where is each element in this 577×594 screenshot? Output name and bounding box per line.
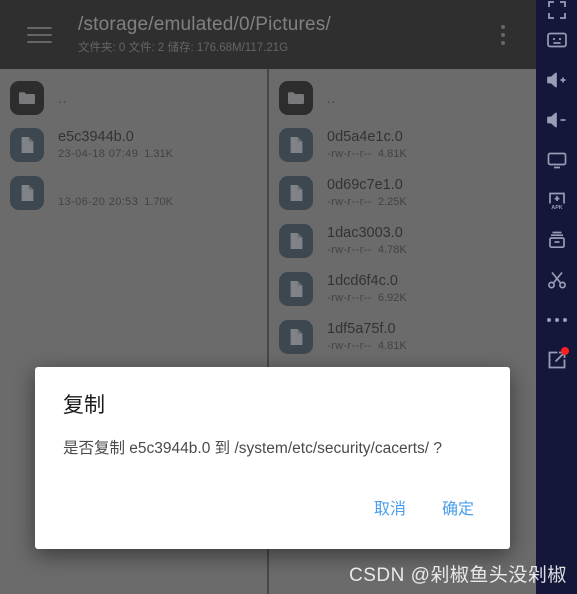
dialog-title: 复制 — [63, 394, 105, 417]
file-icon — [279, 128, 313, 162]
item-name: 1df5a75f.0 — [327, 320, 396, 337]
table-row[interactable]: e5c3944b.0 23-04-18 07:49 1.31K — [0, 121, 267, 169]
current-path: /storage/emulated/0/Pictures/ — [78, 14, 331, 35]
item-name: 0d69c7e1.0 — [327, 176, 403, 193]
volume-up-icon[interactable] — [536, 60, 577, 100]
tool-sidebar: APK — [536, 0, 577, 594]
screen-root: /storage/emulated/0/Pictures/ 文件夹: 0 文件:… — [0, 0, 577, 594]
screen-monitor-icon[interactable] — [536, 140, 577, 180]
row-text: 1dcd6f4c.0 -rw-r--r-- 6.92K — [327, 273, 407, 306]
table-row[interactable]: 1df5a75f.0 -rw-r--r-- 4.81K — [269, 313, 536, 361]
file-icon — [10, 128, 44, 162]
header-text-block: /storage/emulated/0/Pictures/ 文件夹: 0 文件:… — [78, 14, 488, 55]
item-name: 1dac3003.0 — [327, 224, 403, 241]
more-vertical-icon[interactable] — [488, 15, 518, 55]
svg-text:APK: APK — [551, 205, 562, 210]
table-row[interactable]: 13-06-20 20:53 1.70K — [0, 169, 267, 217]
row-text: 13-06-20 20:53 1.70K — [58, 177, 173, 210]
item-date: 13-06-20 20:53 — [58, 195, 139, 208]
item-name: e5c3944b.0 — [58, 128, 134, 145]
item-name: 0d5a4e1c.0 — [327, 128, 403, 145]
row-text: .. — [327, 90, 336, 107]
keyboard-icon[interactable] — [536, 20, 577, 60]
external-link-icon[interactable] — [536, 340, 577, 380]
file-icon — [279, 272, 313, 306]
install-apk-icon[interactable]: APK — [536, 180, 577, 220]
confirm-button[interactable]: 确定 — [438, 489, 478, 525]
cancel-button[interactable]: 取消 — [370, 489, 410, 525]
item-size: 1.70K — [144, 195, 173, 208]
item-size: 2.25K — [377, 195, 407, 208]
item-size: 1.31K — [144, 147, 173, 160]
file-icon — [10, 176, 44, 210]
item-meta: 23-04-18 07:49 1.31K — [58, 147, 173, 162]
table-row[interactable]: 1dcd6f4c.0 -rw-r--r-- 6.92K — [269, 265, 536, 313]
item-permissions: -rw-r--r-- — [327, 147, 372, 160]
app-header: /storage/emulated/0/Pictures/ 文件夹: 0 文件:… — [0, 0, 536, 69]
folder-icon — [279, 81, 313, 115]
item-date: 23-04-18 07:49 — [58, 147, 139, 160]
item-meta: -rw-r--r-- 4.81K — [327, 147, 407, 162]
table-row[interactable]: 0d69c7e1.0 -rw-r--r-- 2.25K — [269, 169, 536, 217]
item-meta: -rw-r--r-- 4.78K — [327, 243, 407, 258]
list-item-parent-dir[interactable]: .. — [269, 75, 536, 121]
item-meta: -rw-r--r-- 4.81K — [327, 339, 407, 354]
dialog-message: 是否复制 e5c3944b.0 到 /system/etc/security/c… — [63, 440, 443, 457]
file-icon — [279, 176, 313, 210]
scissors-icon[interactable] — [536, 260, 577, 300]
row-text: 0d5a4e1c.0 -rw-r--r-- 4.81K — [327, 129, 407, 162]
row-text: 1df5a75f.0 -rw-r--r-- 4.81K — [327, 321, 407, 354]
item-name: .. — [327, 90, 337, 106]
folder-icon — [10, 81, 44, 115]
item-size: 4.81K — [377, 339, 407, 352]
more-horizontal-icon[interactable] — [536, 300, 577, 340]
item-size: 4.78K — [377, 243, 407, 256]
item-name: 1dcd6f4c.0 — [327, 272, 398, 289]
copy-dialog: 复制 是否复制 e5c3944b.0 到 /system/etc/securit… — [35, 367, 510, 549]
item-size: 6.92K — [377, 291, 407, 304]
item-meta: 13-06-20 20:53 1.70K — [58, 195, 173, 210]
item-meta: -rw-r--r-- 2.25K — [327, 195, 407, 210]
row-text: .. — [58, 90, 67, 107]
archive-box-icon[interactable] — [536, 220, 577, 260]
volume-down-icon[interactable] — [536, 100, 577, 140]
item-meta: -rw-r--r-- 6.92K — [327, 291, 407, 306]
fullscreen-expand-icon[interactable] — [536, 0, 577, 20]
item-size: 4.81K — [377, 147, 407, 160]
item-permissions: -rw-r--r-- — [327, 243, 372, 256]
row-text: e5c3944b.0 23-04-18 07:49 1.31K — [58, 129, 173, 162]
list-item-parent-dir[interactable]: .. — [0, 75, 267, 121]
row-text: 0d69c7e1.0 -rw-r--r-- 2.25K — [327, 177, 407, 210]
item-permissions: -rw-r--r-- — [327, 291, 372, 304]
item-name: .. — [58, 90, 68, 106]
item-permissions: -rw-r--r-- — [327, 339, 372, 352]
file-icon — [279, 320, 313, 354]
file-icon — [279, 224, 313, 258]
table-row[interactable]: 0d5a4e1c.0 -rw-r--r-- 4.81K — [269, 121, 536, 169]
dialog-actions: 取消 确定 — [63, 489, 486, 539]
item-name — [58, 177, 173, 194]
storage-stats: 文件夹: 0 文件: 2 储存: 176.68M/117.21G — [78, 42, 289, 54]
hamburger-icon[interactable] — [22, 18, 56, 52]
row-text: 1dac3003.0 -rw-r--r-- 4.78K — [327, 225, 407, 258]
notification-badge — [561, 347, 569, 355]
item-permissions: -rw-r--r-- — [327, 195, 372, 208]
table-row[interactable]: 1dac3003.0 -rw-r--r-- 4.78K — [269, 217, 536, 265]
